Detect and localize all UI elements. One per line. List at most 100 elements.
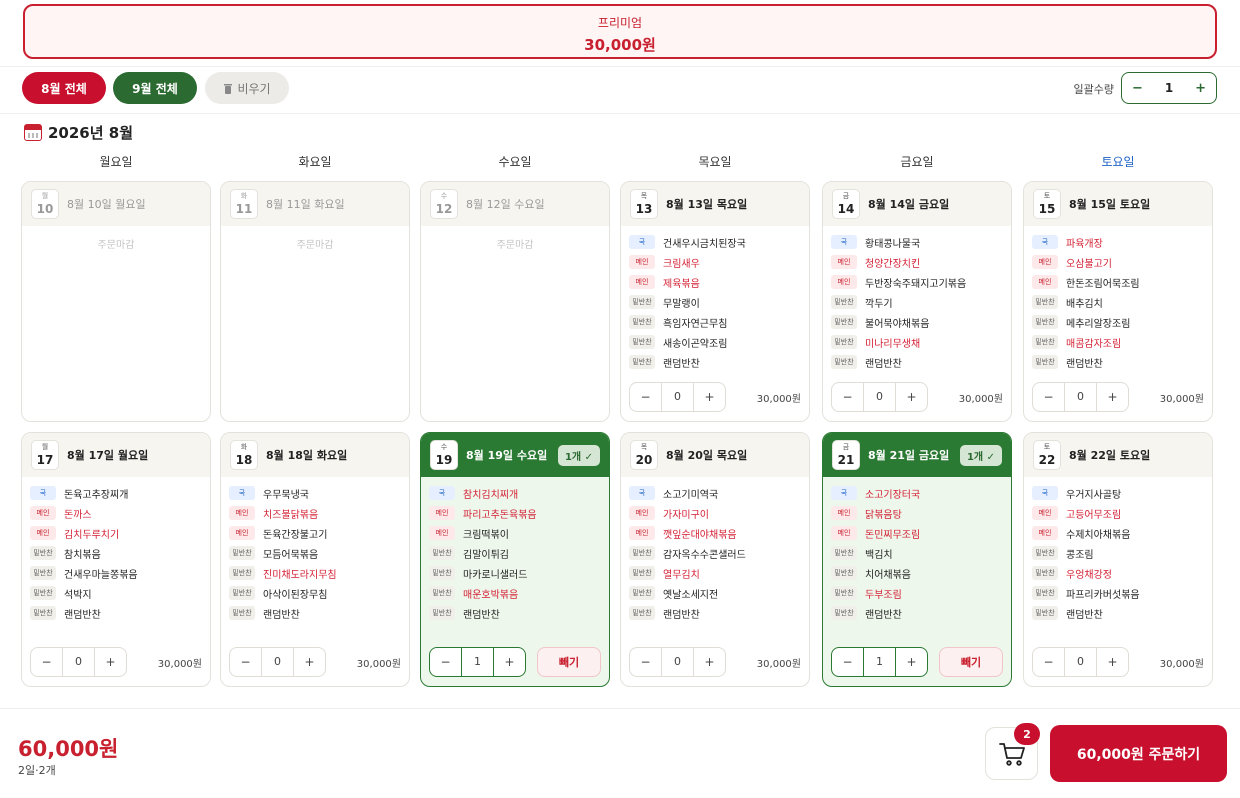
premium-title: 프리미엄 xyxy=(597,16,643,30)
menu-list: 국 소고기미역국 메인 가자미구이 메인 깻잎순대야채볶음 밑반찬 감자옥수수콘샐러드 밑반찬 열… xyxy=(621,477,809,623)
menu-item-name: 석박지 xyxy=(64,589,92,601)
quantity-plus-button[interactable]: + xyxy=(694,390,725,404)
menu-tag-main: 메인 xyxy=(30,526,56,540)
date-number: 10 xyxy=(36,202,54,216)
day-card[interactable]: 목 13 8월 13일 목요일 국 건새우시금치된장국 메인 크림새우 메인 제육볶음 밑반찬 무말… xyxy=(620,181,810,422)
remove-button[interactable]: 빼기 xyxy=(939,647,1003,677)
calendar-icon xyxy=(24,124,42,141)
menu-tag-side: 밑반찬 xyxy=(1032,315,1058,329)
quantity-value: 0 xyxy=(863,383,896,411)
quantity-value: 0 xyxy=(261,648,294,676)
menu-item: 밑반찬 두부조림 xyxy=(831,583,1011,603)
quantity-minus-button[interactable]: − xyxy=(832,655,863,669)
date-number: 15 xyxy=(1038,202,1056,216)
day-title: 8월 12일 수요일 xyxy=(466,198,545,211)
menu-item: 밑반찬 감자옥수수콘샐러드 xyxy=(629,543,809,563)
premium-plan-banner[interactable]: 프리미엄 30,000원 xyxy=(23,4,1217,59)
menu-list: 국 건새우시금치된장국 메인 크림새우 메인 제육볶음 밑반찬 무말랭이 밑반찬 흑임자연근무침 밑… xyxy=(621,226,809,372)
quantity-minus-button[interactable]: − xyxy=(630,655,661,669)
menu-list: 국 우무묵냉국 메인 치즈불닭볶음 메인 돈육간장불고기 밑반찬 모듬어묵볶음 밑반찬 진미채도라… xyxy=(221,477,409,623)
menu-item: 메인 오삼불고기 xyxy=(1032,252,1212,272)
date-weekday: 토 xyxy=(1043,192,1051,200)
order-button[interactable]: 60,000원 주문하기 xyxy=(1050,725,1227,782)
menu-item: 메인 크림새우 xyxy=(629,252,809,272)
date-number: 13 xyxy=(635,202,653,216)
menu-item-name: 제육볶음 xyxy=(663,278,700,290)
menu-tag-main: 메인 xyxy=(30,506,56,520)
menu-item: 밑반찬 무말랭이 xyxy=(629,292,809,312)
date-number: 17 xyxy=(36,453,54,467)
menu-tag-main: 메인 xyxy=(229,506,255,520)
quantity-minus-button[interactable]: − xyxy=(230,655,261,669)
menu-item: 밑반찬 랜덤반찬 xyxy=(629,352,809,372)
quantity-plus-button[interactable]: + xyxy=(294,655,325,669)
quantity-stepper: −0 + xyxy=(1032,382,1129,412)
menu-item-name: 돈까스 xyxy=(64,509,92,521)
day-card[interactable]: 토 22 8월 22일 토요일 국 우거지사골탕 메인 고등어무조림 메인 수제치아채볶음 밑반찬… xyxy=(1023,432,1213,687)
quantity-value: 1 xyxy=(461,648,494,676)
menu-item-name: 김말이튀김 xyxy=(463,549,509,561)
day-card-footer: −0 +30,000원 xyxy=(629,646,801,678)
quantity-plus-button[interactable]: + xyxy=(1097,655,1128,669)
day-card[interactable]: 화 18 8월 18일 화요일 국 우무묵냉국 메인 치즈불닭볶음 메인 돈육간장불고기 밑반찬 모… xyxy=(220,432,410,687)
day-title: 8월 14일 금요일 xyxy=(868,198,950,211)
quantity-plus-button[interactable]: + xyxy=(896,390,927,404)
bulk-plus-button[interactable]: + xyxy=(1195,81,1206,96)
quantity-minus-button[interactable]: − xyxy=(31,655,62,669)
menu-item-name: 불어묵야채볶음 xyxy=(865,318,930,330)
quantity-plus-button[interactable]: + xyxy=(896,655,927,669)
menu-item-name: 콩조림 xyxy=(1066,549,1094,561)
date-box: 목 20 xyxy=(630,440,658,470)
day-card: 화 11 8월 11일 화요일 주문마감 xyxy=(220,181,410,422)
date-number: 18 xyxy=(235,453,253,467)
quantity-plus-button[interactable]: + xyxy=(95,655,126,669)
quantity-plus-button[interactable]: + xyxy=(694,655,725,669)
day-card: 수 12 8월 12일 수요일 주문마감 xyxy=(420,181,610,422)
menu-item: 밑반찬 배추김치 xyxy=(1032,292,1212,312)
day-card-header: 토 15 8월 15일 토요일 xyxy=(1024,182,1212,226)
menu-list: 국 우거지사골탕 메인 고등어무조림 메인 수제치아채볶음 밑반찬 콩조림 밑반찬 우엉채강정 밑반… xyxy=(1024,477,1212,623)
day-card-header: 월 10 8월 10일 월요일 xyxy=(22,182,210,226)
september-all-button[interactable]: 9월 전체 xyxy=(113,72,197,104)
day-card[interactable]: 목 20 8월 20일 목요일 국 소고기미역국 메인 가자미구이 메인 깻잎순대야채볶음 밑반찬… xyxy=(620,432,810,687)
day-card[interactable]: 금 14 8월 14일 금요일 국 황태콩나물국 메인 청양간장치킨 메인 두반장숙주돼지고기볶… xyxy=(822,181,1012,422)
menu-tag-side: 밑반찬 xyxy=(229,606,255,620)
menu-item-name: 참치김치찌개 xyxy=(463,489,519,501)
quantity-value: 0 xyxy=(661,648,694,676)
menu-item-name: 무말랭이 xyxy=(663,298,700,310)
date-weekday: 화 xyxy=(240,192,248,200)
bulk-minus-button[interactable]: − xyxy=(1132,81,1143,96)
quantity-plus-button[interactable]: + xyxy=(1097,390,1128,404)
menu-item: 밑반찬 랜덤반찬 xyxy=(30,603,210,623)
clear-button[interactable]: 비우기 xyxy=(205,72,289,104)
date-weekday: 목 xyxy=(640,443,648,451)
menu-item: 밑반찬 모듬어묵볶음 xyxy=(229,543,409,563)
quantity-minus-button[interactable]: − xyxy=(832,390,863,404)
remove-button[interactable]: 빼기 xyxy=(537,647,601,677)
menu-item-name: 배추김치 xyxy=(1066,298,1103,310)
quantity-stepper: −1 + xyxy=(831,647,928,677)
day-card[interactable]: 토 15 8월 15일 토요일 국 파육개장 메인 오삼불고기 메인 한돈조림어묵조림 밑반찬 배추… xyxy=(1023,181,1213,422)
menu-item: 밑반찬 매콤감자조림 xyxy=(1032,332,1212,352)
menu-tag-main: 메인 xyxy=(831,526,857,540)
date-number: 12 xyxy=(435,202,453,216)
order-summary-bar: 60,000원 2일·2개 2 60,000원 주문하기 xyxy=(0,708,1240,798)
september-all-label: 9월 전체 xyxy=(132,81,178,96)
menu-item-name: 소고기미역국 xyxy=(663,489,719,501)
toolbar: 8월 전체 9월 전체 비우기 일괄수량 − 1 + xyxy=(0,66,1240,114)
day-card[interactable]: 금 21 8월 21일 금요일 1개 ✓ 국 소고기장터국 메인 닭볶음탕 메인 돈민찌무조림 밑반… xyxy=(822,432,1012,687)
quantity-plus-button[interactable]: + xyxy=(494,655,525,669)
day-card-header: 금 14 8월 14일 금요일 xyxy=(823,182,1011,226)
quantity-minus-button[interactable]: − xyxy=(1033,655,1064,669)
quantity-minus-button[interactable]: − xyxy=(630,390,661,404)
menu-tag-side: 밑반찬 xyxy=(831,315,857,329)
menu-item: 밑반찬 콩조림 xyxy=(1032,543,1212,563)
day-card[interactable]: 월 17 8월 17일 월요일 국 돈육고추장찌개 메인 돈까스 메인 김치두루치기 밑반찬 참치볶… xyxy=(21,432,211,687)
menu-item-name: 깍두기 xyxy=(865,298,893,310)
day-card[interactable]: 수 19 8월 19일 수요일 1개 ✓ 국 참치김치찌개 메인 파리고추돈육볶음 메인 크림떡볶… xyxy=(420,432,610,687)
august-all-button[interactable]: 8월 전체 xyxy=(22,72,106,104)
date-weekday: 토 xyxy=(1043,443,1051,451)
quantity-stepper: −1 + xyxy=(429,647,526,677)
quantity-minus-button[interactable]: − xyxy=(1033,390,1064,404)
quantity-minus-button[interactable]: − xyxy=(430,655,461,669)
